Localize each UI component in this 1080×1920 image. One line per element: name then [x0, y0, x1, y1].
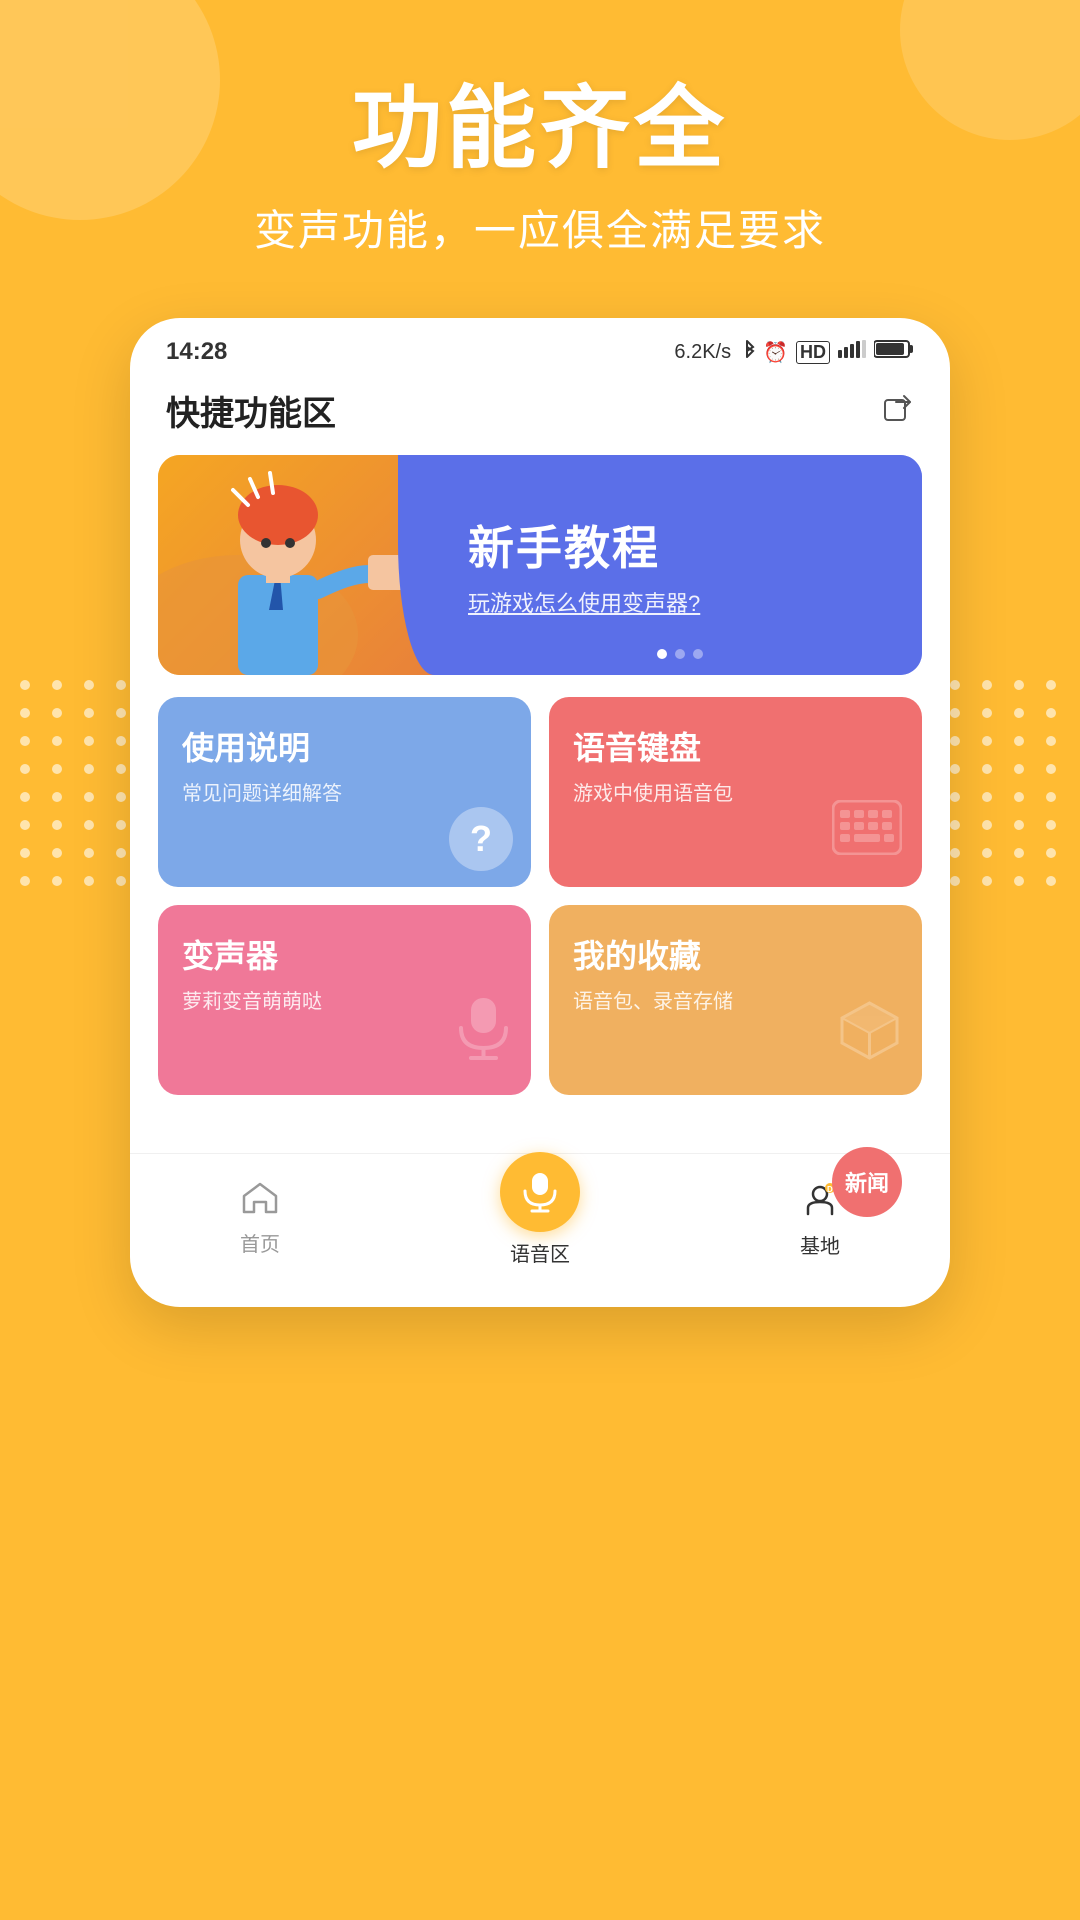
nav-voice-zone-label: 语音区 [510, 1238, 570, 1267]
hero-section: 功能齐全 变声功能，一应俱全满足要求 [0, 0, 1080, 318]
page-title: 快捷功能区 [166, 386, 336, 435]
dots-decoration-right [950, 680, 1060, 886]
question-icon: ? [449, 807, 513, 871]
mic-button[interactable] [500, 1152, 580, 1232]
banner-title: 新手教程 [468, 512, 892, 578]
nav-item-voice-zone[interactable]: 语音区 [500, 1172, 580, 1267]
card-voice-keyboard-title: 语音键盘 [573, 723, 898, 769]
card-usage[interactable]: 使用说明 常见问题详细解答 ? [158, 697, 531, 887]
nav-base-label: 基地 [800, 1230, 840, 1259]
banner-dot-2 [675, 649, 685, 659]
news-badge[interactable]: 新闻 [832, 1147, 902, 1217]
battery-icon [874, 339, 914, 365]
box-icon [837, 998, 902, 1079]
news-badge-label: 新闻 [845, 1166, 889, 1198]
card-voice-keyboard[interactable]: 语音键盘 游戏中使用语音包 [549, 697, 922, 887]
card-usage-title: 使用说明 [182, 723, 507, 769]
banner-dot-1 [657, 649, 667, 659]
microphone-icon [456, 993, 511, 1079]
card-usage-subtitle: 常见问题详细解答 [182, 777, 507, 806]
nav-item-home[interactable]: 首页 [240, 1182, 280, 1257]
status-right: 6.2K/s ⏰ HD [674, 339, 914, 365]
banner-subtitle: 玩游戏怎么使用变声器? [468, 586, 892, 618]
alarm-icon: ⏰ [763, 340, 788, 365]
content-area: 新手教程 玩游戏怎么使用变声器? 使用说明 常见问题详细解答 ? [130, 455, 950, 1133]
banner[interactable]: 新手教程 玩游戏怎么使用变声器? [158, 455, 922, 675]
card-favorites[interactable]: 我的收藏 语音包、录音存储 [549, 905, 922, 1095]
hero-title: 功能齐全 [0, 80, 1080, 179]
home-icon [242, 1182, 278, 1222]
dots-decoration-left [20, 680, 130, 886]
card-favorites-title: 我的收藏 [573, 931, 898, 977]
bluetooth-icon [739, 339, 755, 365]
card-voice-changer-title: 变声器 [182, 931, 507, 977]
hero-subtitle: 变声功能，一应俱全满足要求 [0, 197, 1080, 258]
card-voice-changer[interactable]: 变声器 萝莉变音萌萌哒 [158, 905, 531, 1095]
banner-pagination [657, 649, 703, 659]
top-bar: 快捷功能区 [130, 376, 950, 455]
bottom-nav: 首页 语音区 D [130, 1153, 950, 1277]
status-time: 14:28 [166, 338, 227, 366]
nav-home-label: 首页 [240, 1228, 280, 1257]
signal-icon [838, 340, 866, 364]
hd-badge: HD [796, 341, 830, 364]
share-button[interactable] [884, 392, 914, 430]
status-bar: 14:28 6.2K/s ⏰ HD [130, 318, 950, 376]
banner-dot-3 [693, 649, 703, 659]
cards-grid: 使用说明 常见问题详细解答 ? 语音键盘 游戏中使用语音包 [158, 697, 922, 1095]
banner-left [158, 455, 438, 675]
keyboard-icon [832, 791, 902, 871]
phone-mockup: 14:28 6.2K/s ⏰ HD [130, 318, 950, 1307]
network-speed: 6.2K/s [674, 341, 731, 364]
banner-right: 新手教程 玩游戏怎么使用变声器? [438, 455, 922, 675]
